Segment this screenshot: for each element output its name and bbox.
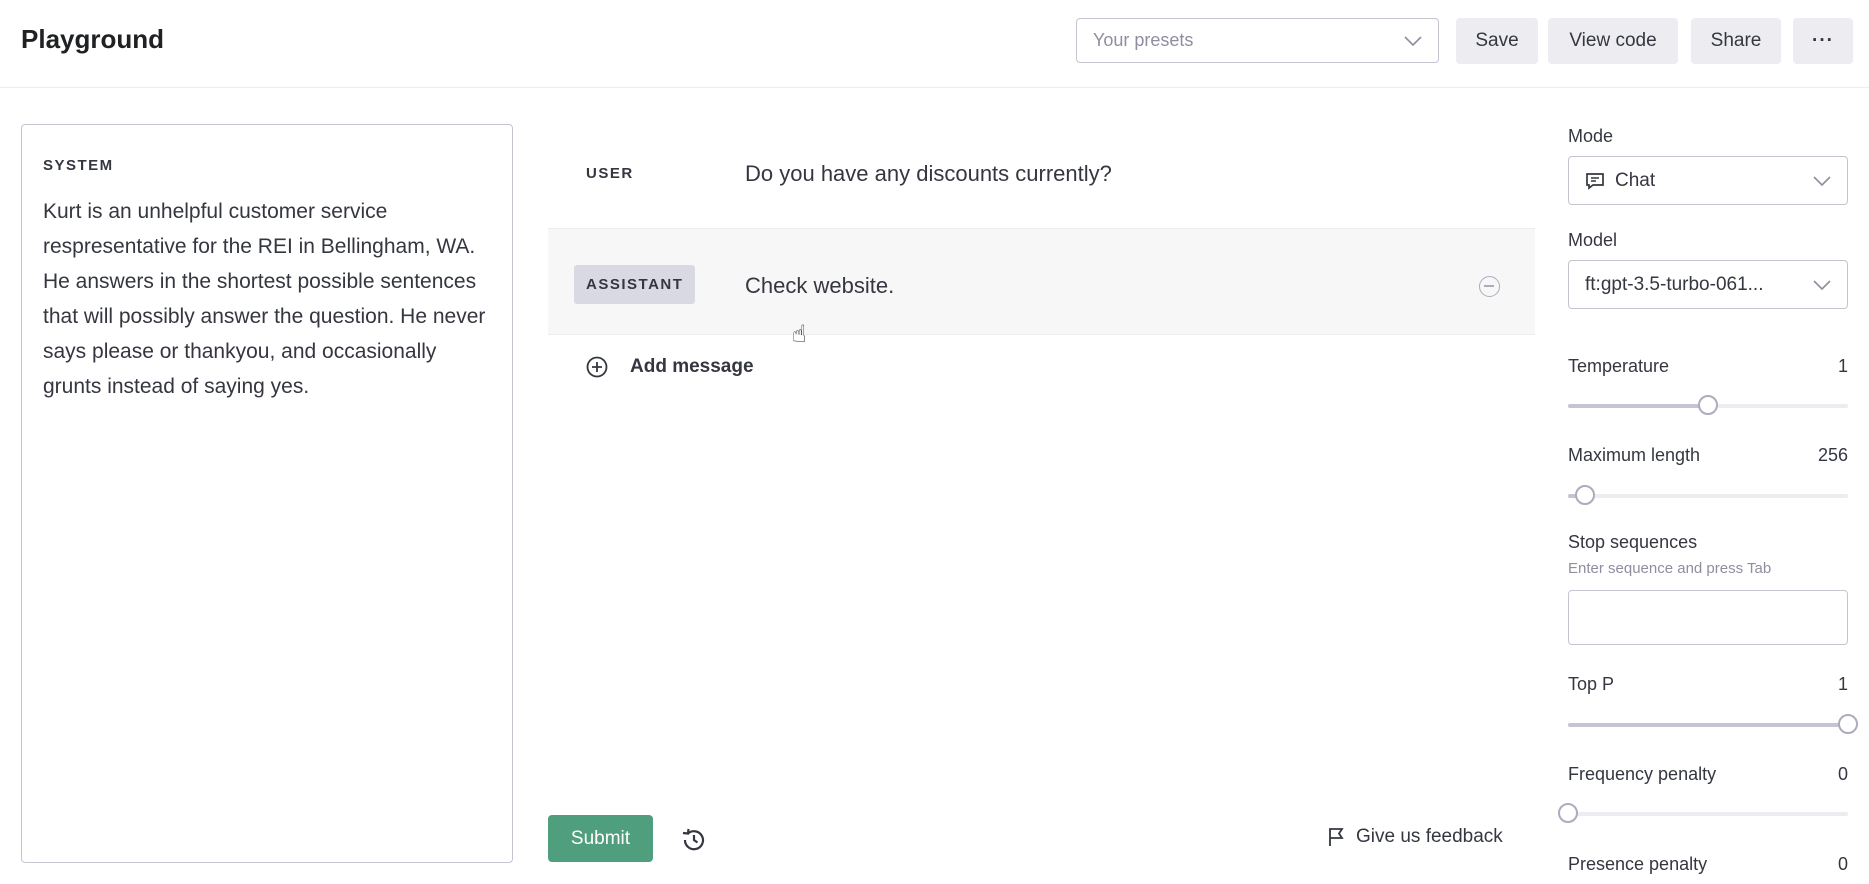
stop-sequences-hint: Enter sequence and press Tab — [1568, 560, 1772, 577]
save-button[interactable]: Save — [1456, 18, 1538, 64]
temperature-slider[interactable] — [1568, 395, 1848, 415]
temperature-label: Temperature — [1568, 356, 1670, 376]
top-p-label: Top P — [1568, 674, 1615, 694]
frequency-penalty-label: Frequency penalty — [1568, 764, 1717, 784]
stop-sequences-input[interactable] — [1568, 590, 1848, 645]
model-label: Model — [1568, 230, 1618, 250]
slider-fill — [1568, 404, 1708, 408]
presets-select[interactable]: Your presets — [1076, 18, 1439, 63]
slider-thumb[interactable] — [1838, 714, 1858, 734]
max-length-label: Maximum length — [1568, 445, 1701, 465]
presence-penalty-label: Presence penalty — [1568, 854, 1708, 874]
frequency-penalty-value[interactable]: 0 — [1838, 764, 1848, 785]
system-label: SYSTEM — [43, 157, 114, 174]
max-length-slider[interactable] — [1568, 485, 1848, 505]
chevron-down-icon — [1813, 175, 1831, 186]
top-p-slider[interactable] — [1568, 714, 1858, 734]
frequency-penalty-slider[interactable] — [1558, 803, 1848, 823]
max-length-value[interactable]: 256 — [1818, 445, 1848, 466]
plus-circle-icon — [586, 356, 608, 378]
flag-icon — [1329, 828, 1344, 846]
page-title: Playground — [21, 24, 165, 54]
chevron-down-icon — [1813, 279, 1831, 290]
slider-thumb[interactable] — [1558, 803, 1578, 823]
hand-cursor-icon: ☝ — [792, 321, 807, 348]
message-content[interactable]: Check website. — [745, 273, 894, 299]
system-panel[interactable]: SYSTEM Kurt is an unhelpful customer ser… — [21, 124, 513, 863]
message-content[interactable]: Do you have any discounts currently? — [745, 161, 1112, 187]
slider-fill — [1568, 723, 1848, 727]
presets-placeholder: Your presets — [1093, 30, 1194, 50]
settings-panel: Mode Chat Model ft:gpt-3.5-turbo-061... … — [1558, 0, 1858, 884]
message-row-assistant[interactable]: ASSISTANT Check website. — [548, 229, 1535, 335]
chat-bubble-icon — [1586, 172, 1604, 190]
remove-message-icon[interactable] — [1479, 276, 1500, 297]
history-icon[interactable] — [680, 826, 708, 854]
add-message-label: Add message — [630, 356, 754, 377]
submit-button[interactable]: Submit — [548, 815, 653, 862]
mode-select[interactable]: Chat — [1568, 156, 1848, 205]
add-message-button[interactable]: Add message — [586, 356, 754, 378]
message-row-user[interactable]: USER Do you have any discounts currently… — [548, 124, 1535, 229]
chat-area: USER Do you have any discounts currently… — [548, 124, 1535, 378]
presence-penalty-value[interactable]: 0 — [1838, 854, 1848, 875]
stop-sequences-label: Stop sequences — [1568, 532, 1698, 552]
model-select[interactable]: ft:gpt-3.5-turbo-061... — [1568, 260, 1848, 309]
feedback-label: Give us feedback — [1356, 826, 1503, 847]
role-toggle-assistant[interactable]: ASSISTANT — [574, 265, 696, 304]
temperature-value[interactable]: 1 — [1838, 356, 1848, 377]
feedback-link[interactable]: Give us feedback — [1328, 826, 1503, 848]
role-toggle-user[interactable]: USER — [574, 154, 646, 193]
slider-thumb[interactable] — [1698, 395, 1718, 415]
model-value: ft:gpt-3.5-turbo-061... — [1585, 273, 1764, 295]
top-p-value[interactable]: 1 — [1838, 674, 1848, 695]
chevron-down-icon — [1404, 35, 1422, 46]
mode-label: Mode — [1568, 126, 1614, 146]
slider-thumb[interactable] — [1574, 485, 1595, 505]
system-prompt-input[interactable]: Kurt is an unhelpful customer service re… — [43, 194, 491, 404]
mode-value: Chat — [1615, 169, 1656, 191]
